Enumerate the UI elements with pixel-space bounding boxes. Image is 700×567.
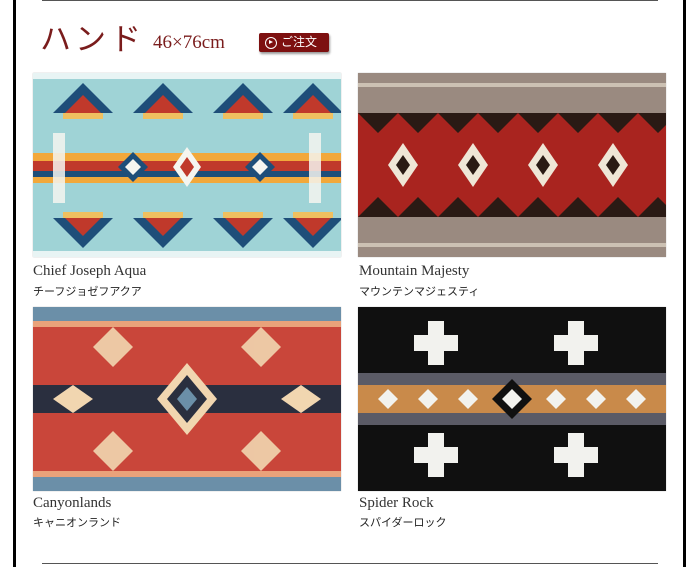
section-title: ハンド [40, 22, 145, 57]
order-button[interactable]: ご注文 [259, 33, 329, 52]
bottom-divider [42, 563, 658, 564]
product-name-en[interactable]: Mountain Majesty [359, 262, 469, 280]
product-name-jp: マウンテンマジェスティ [359, 286, 480, 298]
top-divider [42, 0, 658, 1]
product-name-en[interactable]: Canyonlands [33, 494, 111, 512]
product-image-mountain-majesty[interactable] [358, 73, 666, 257]
play-circle-icon [265, 36, 277, 49]
order-button-label: ご注文 [281, 35, 318, 49]
page-border-left [13, 0, 16, 567]
product-image-spider-rock[interactable] [358, 307, 666, 491]
size-label: 46×76cm [153, 32, 225, 53]
product-name-jp: チーフジョゼフアクア [33, 286, 142, 298]
product-name-en[interactable]: Chief Joseph Aqua [33, 262, 146, 280]
page-border-right [683, 0, 686, 567]
product-name-jp: キャニオンランド [33, 517, 121, 529]
product-name-en[interactable]: Spider Rock [359, 494, 434, 512]
product-image-chief-joseph-aqua[interactable] [33, 73, 341, 257]
product-image-canyonlands[interactable] [33, 307, 341, 491]
product-name-jp: スパイダーロック [359, 517, 447, 529]
